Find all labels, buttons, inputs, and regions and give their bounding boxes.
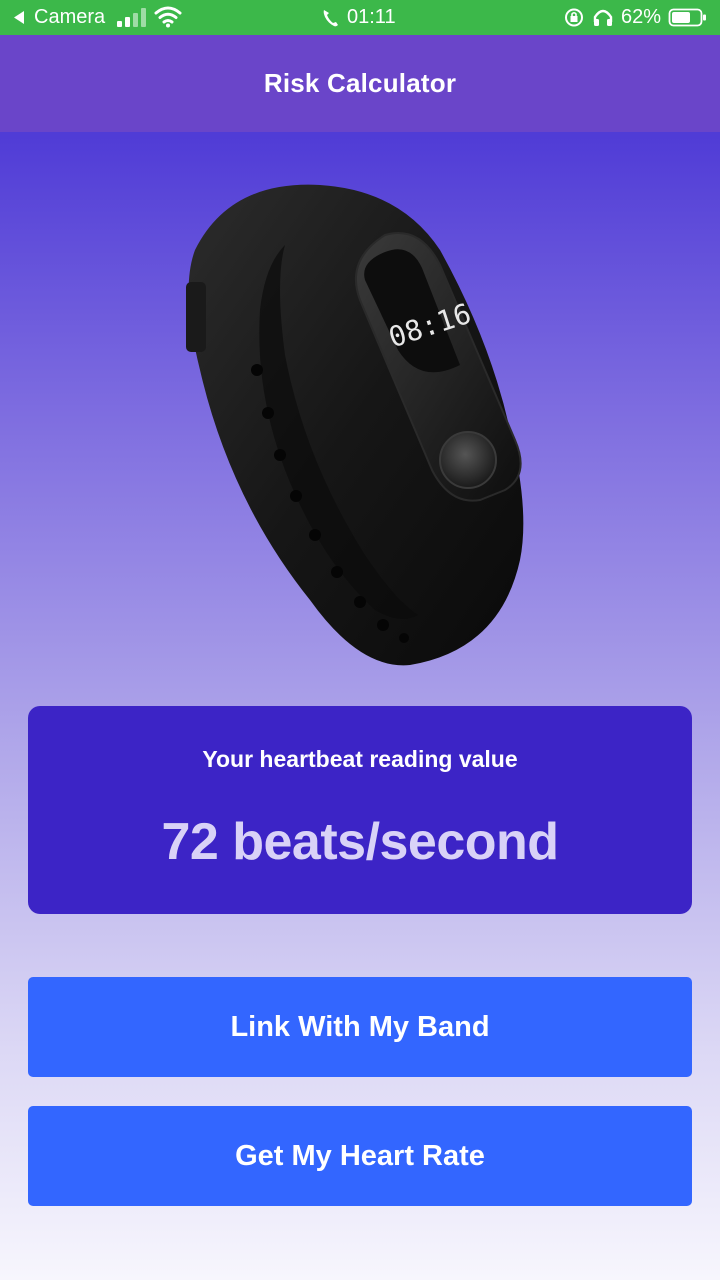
wifi-icon — [154, 0, 182, 35]
back-app-label[interactable]: Camera — [34, 0, 105, 35]
heartbeat-reading-card: Your heartbeat reading value 72 beats/se… — [28, 706, 692, 914]
status-time: 01:11 — [347, 6, 396, 28]
reading-label: Your heartbeat reading value — [202, 746, 518, 772]
get-heart-rate-button[interactable]: Get My Heart Rate — [28, 1106, 692, 1206]
page-title: Risk Calculator — [263, 68, 457, 98]
phone-call-icon — [320, 0, 340, 35]
back-arrow-icon[interactable] — [12, 0, 26, 35]
battery-icon — [668, 0, 708, 35]
headphones-icon — [592, 0, 614, 35]
status-bar: Camera 01:11 62% — [0, 0, 720, 35]
orientation-lock-icon — [563, 0, 585, 35]
app-header: Risk Calculator — [0, 35, 720, 132]
fitness-band-image: 08:16 — [170, 170, 550, 690]
cellular-signal-icon — [116, 0, 148, 35]
link-band-button[interactable]: Link With My Band — [28, 977, 692, 1077]
battery-percent: 62% — [621, 6, 662, 28]
reading-value: 72 beats/second — [161, 813, 559, 871]
